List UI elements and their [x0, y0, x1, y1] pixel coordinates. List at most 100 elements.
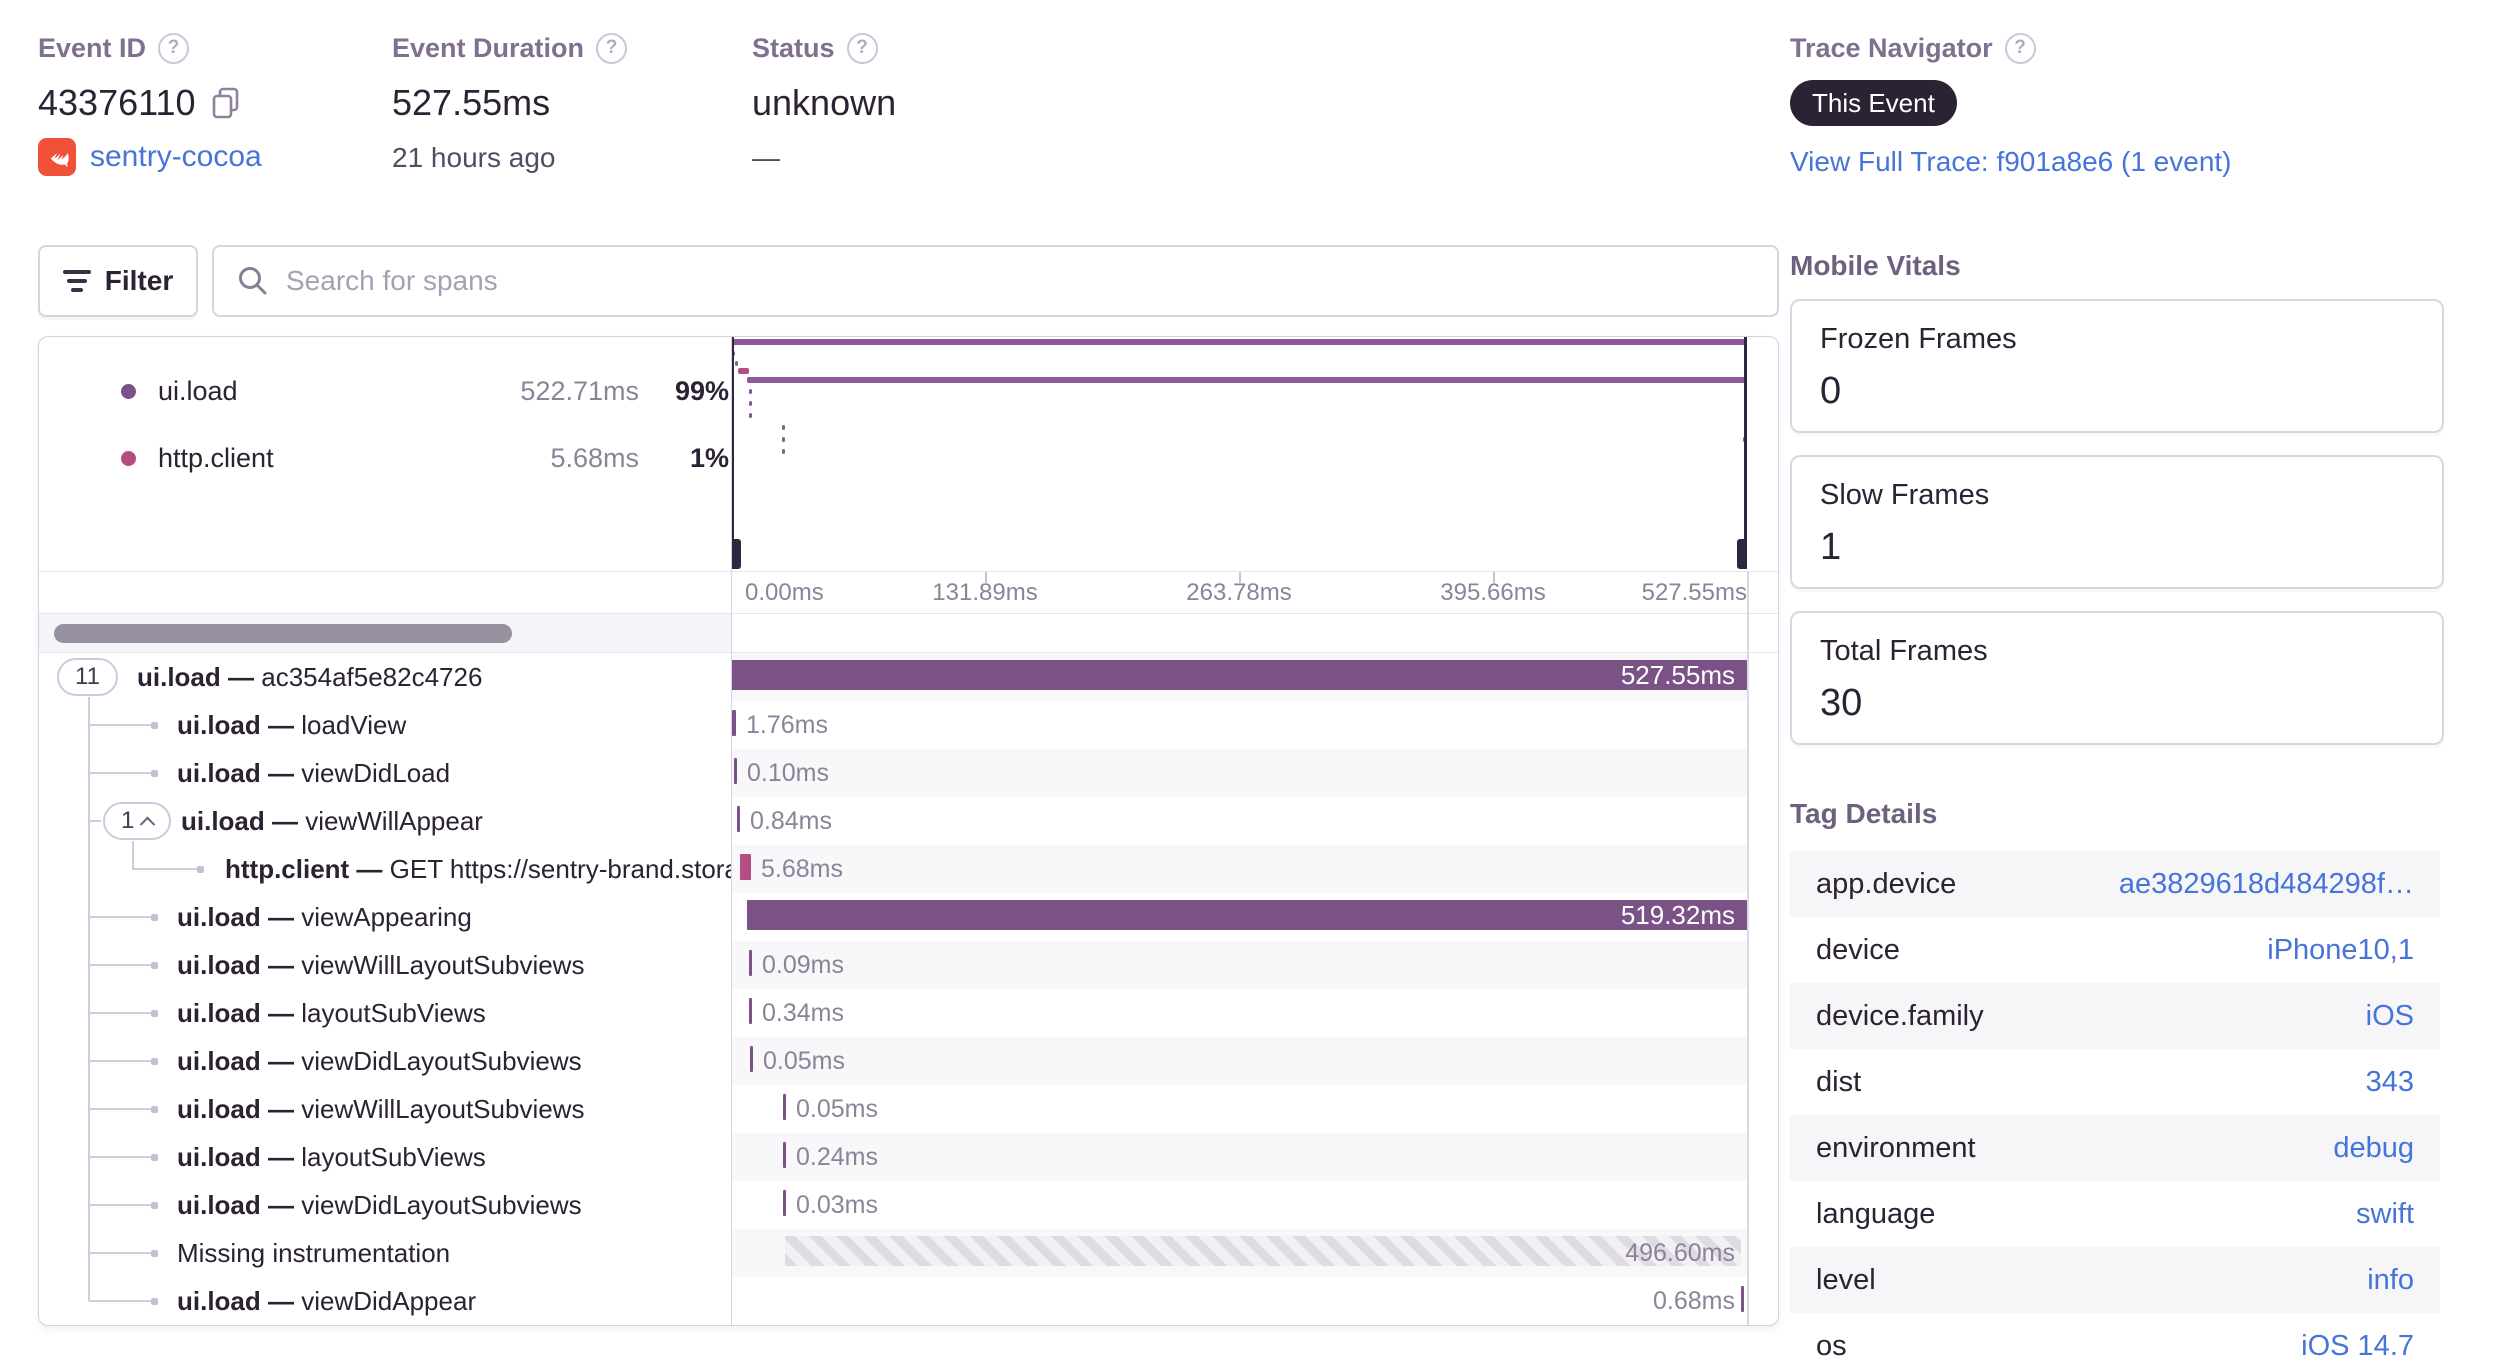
- minimap-right-grip[interactable]: [1737, 539, 1747, 569]
- span-row[interactable]: ui.load — viewDidLoad 0.10ms: [39, 749, 1778, 797]
- span-waterfall-cell[interactable]: 0.68ms: [731, 1277, 1778, 1325]
- span-row[interactable]: ui.load — viewWillLayoutSubviews 0.09ms: [39, 941, 1778, 989]
- span-row[interactable]: ui.load — layoutSubViews 0.34ms: [39, 989, 1778, 1037]
- span-row[interactable]: ui.load — viewAppearing 519.32ms: [39, 893, 1778, 941]
- span-waterfall-cell[interactable]: 0.03ms: [731, 1181, 1778, 1229]
- span-row[interactable]: ui.load — layoutSubViews 0.24ms: [39, 1133, 1778, 1181]
- span-row[interactable]: ui.load — viewWillLayoutSubviews 0.05ms: [39, 1085, 1778, 1133]
- span-waterfall-cell[interactable]: 1.76ms: [731, 701, 1778, 749]
- span-tree-cell[interactable]: ui.load — layoutSubViews: [39, 989, 731, 1037]
- scrollbar-track[interactable]: [39, 614, 731, 652]
- tag-key: os: [1816, 1329, 1847, 1362]
- tree-waterfall-divider[interactable]: [731, 337, 732, 1325]
- span-row[interactable]: 1 ui.load — viewWillAppear 0.84ms: [39, 797, 1778, 845]
- view-full-trace-link[interactable]: View Full Trace: f901a8e6 (1 event): [1790, 146, 2232, 178]
- span-waterfall-cell[interactable]: 0.84ms: [731, 797, 1778, 845]
- span-row[interactable]: 11 ui.load — ac354af5e82c4726 527.55ms: [39, 653, 1778, 701]
- span-tick[interactable]: [737, 806, 740, 832]
- tag-value-link[interactable]: 343: [2366, 1066, 2414, 1099]
- project-link[interactable]: sentry-cocoa: [90, 140, 262, 174]
- span-children-badge[interactable]: 1: [103, 802, 172, 840]
- span-tick[interactable]: [783, 1142, 786, 1168]
- span-bar[interactable]: 527.55ms: [731, 660, 1747, 690]
- swift-platform-icon: [38, 138, 76, 176]
- span-tree-cell[interactable]: Missing instrumentation: [39, 1229, 731, 1277]
- missing-instrumentation-bar[interactable]: [785, 1236, 1741, 1266]
- tag-value-link[interactable]: swift: [2356, 1198, 2414, 1231]
- span-tree-cell[interactable]: ui.load — viewDidAppear: [39, 1277, 731, 1325]
- span-waterfall-cell[interactable]: 0.05ms: [731, 1085, 1778, 1133]
- span-row[interactable]: Missing instrumentation 496.60ms: [39, 1229, 1778, 1277]
- span-tick[interactable]: [749, 950, 752, 976]
- span-tree-cell[interactable]: ui.load — loadView: [39, 701, 731, 749]
- span-row[interactable]: ui.load — viewDidAppear 0.68ms: [39, 1277, 1778, 1325]
- span-waterfall-cell[interactable]: 5.68ms: [731, 845, 1778, 893]
- span-tick[interactable]: [750, 1046, 753, 1072]
- span-tick[interactable]: [783, 1094, 786, 1120]
- scrollbar-thumb[interactable]: [54, 624, 512, 643]
- minimap[interactable]: [731, 337, 1747, 571]
- span-waterfall-cell[interactable]: 0.10ms: [731, 749, 1778, 797]
- legend-item[interactable]: ui.load 522.71ms 99%: [39, 369, 731, 413]
- span-tree-cell[interactable]: 11 ui.load — ac354af5e82c4726: [39, 653, 731, 701]
- help-icon[interactable]: ?: [158, 32, 190, 64]
- span-tick[interactable]: [732, 710, 736, 736]
- span-children-badge[interactable]: 11: [57, 658, 118, 696]
- time-axis: 0.00ms 131.89ms 263.78ms 395.66ms 527.55ms: [39, 571, 1778, 613]
- span-waterfall-cell[interactable]: 0.09ms: [731, 941, 1778, 989]
- span-tick[interactable]: [740, 854, 751, 880]
- span-tree-cell[interactable]: ui.load — layoutSubViews: [39, 1133, 731, 1181]
- legend-op-label: ui.load: [158, 375, 238, 406]
- span-tree-cell[interactable]: ui.load — viewDidLayoutSubviews: [39, 1181, 731, 1229]
- span-tree-cell[interactable]: ui.load — viewDidLoad: [39, 749, 731, 797]
- axis-tick-label: 0.00ms: [745, 579, 824, 606]
- vital-value: 0: [1820, 370, 1842, 412]
- help-icon[interactable]: ?: [846, 32, 878, 64]
- span-waterfall-cell[interactable]: 0.05ms: [731, 1037, 1778, 1085]
- span-row[interactable]: ui.load — viewDidLayoutSubviews 0.05ms: [39, 1037, 1778, 1085]
- help-icon[interactable]: ?: [2004, 32, 2036, 64]
- minimap-span-mark: [735, 361, 738, 366]
- span-tree-cell[interactable]: ui.load — viewDidLayoutSubviews: [39, 1037, 731, 1085]
- span-tree-cell[interactable]: http.client — GET https://sentry-brand.s…: [39, 845, 731, 893]
- help-icon[interactable]: ?: [596, 32, 628, 64]
- tag-value-link[interactable]: ae3829618d484298f…: [2119, 868, 2414, 901]
- span-tree-cell[interactable]: 1 ui.load — viewWillAppear: [39, 797, 731, 845]
- minimap-right-handle[interactable]: [1744, 337, 1747, 569]
- tag-value-link[interactable]: iPhone10,1: [2267, 934, 2414, 967]
- span-waterfall-cell[interactable]: 0.34ms: [731, 989, 1778, 1037]
- span-tick[interactable]: [749, 998, 752, 1024]
- tag-value-link[interactable]: iOS: [2366, 1000, 2414, 1033]
- waterfall-right-edge: [1747, 571, 1749, 1325]
- copy-icon[interactable]: [210, 86, 242, 120]
- search-input[interactable]: [286, 265, 1755, 297]
- span-tick[interactable]: [734, 758, 737, 784]
- tree-connector: [89, 1108, 153, 1110]
- tag-value-link[interactable]: info: [2367, 1264, 2414, 1297]
- tree-connector: [89, 916, 153, 918]
- span-tick[interactable]: [1741, 1286, 1744, 1312]
- span-waterfall-cell[interactable]: 0.24ms: [731, 1133, 1778, 1181]
- span-tree-cell[interactable]: ui.load — viewAppearing: [39, 893, 731, 941]
- span-tree-cell[interactable]: ui.load — viewWillLayoutSubviews: [39, 941, 731, 989]
- minimap-left-grip[interactable]: [731, 539, 741, 569]
- legend-item[interactable]: http.client 5.68ms 1%: [39, 436, 731, 480]
- span-bar[interactable]: 519.32ms: [747, 900, 1747, 930]
- span-row[interactable]: ui.load — loadView 1.76ms: [39, 701, 1778, 749]
- tag-row: device iPhone10,1: [1790, 917, 2440, 983]
- tag-value-link[interactable]: iOS 14.7: [2301, 1330, 2414, 1363]
- span-label: ui.load — viewWillAppear: [181, 806, 483, 836]
- tag-value-link[interactable]: debug: [2333, 1132, 2414, 1165]
- span-tick[interactable]: [783, 1190, 786, 1216]
- span-tree-cell[interactable]: ui.load — viewWillLayoutSubviews: [39, 1085, 731, 1133]
- filter-button[interactable]: Filter: [38, 245, 198, 317]
- legend-duration: 5.68ms: [550, 442, 639, 473]
- span-waterfall-cell[interactable]: 496.60ms: [731, 1229, 1778, 1277]
- span-row[interactable]: http.client — GET https://sentry-brand.s…: [39, 845, 1778, 893]
- span-waterfall-cell[interactable]: 519.32ms: [731, 893, 1778, 941]
- span-row[interactable]: ui.load — viewDidLayoutSubviews 0.03ms: [39, 1181, 1778, 1229]
- axis-tick-label: 527.55ms: [1641, 579, 1747, 606]
- span-waterfall-cell[interactable]: 527.55ms: [731, 653, 1778, 701]
- span-duration-label: 0.05ms: [763, 1047, 845, 1075]
- tree-connector-dot: [151, 1154, 158, 1161]
